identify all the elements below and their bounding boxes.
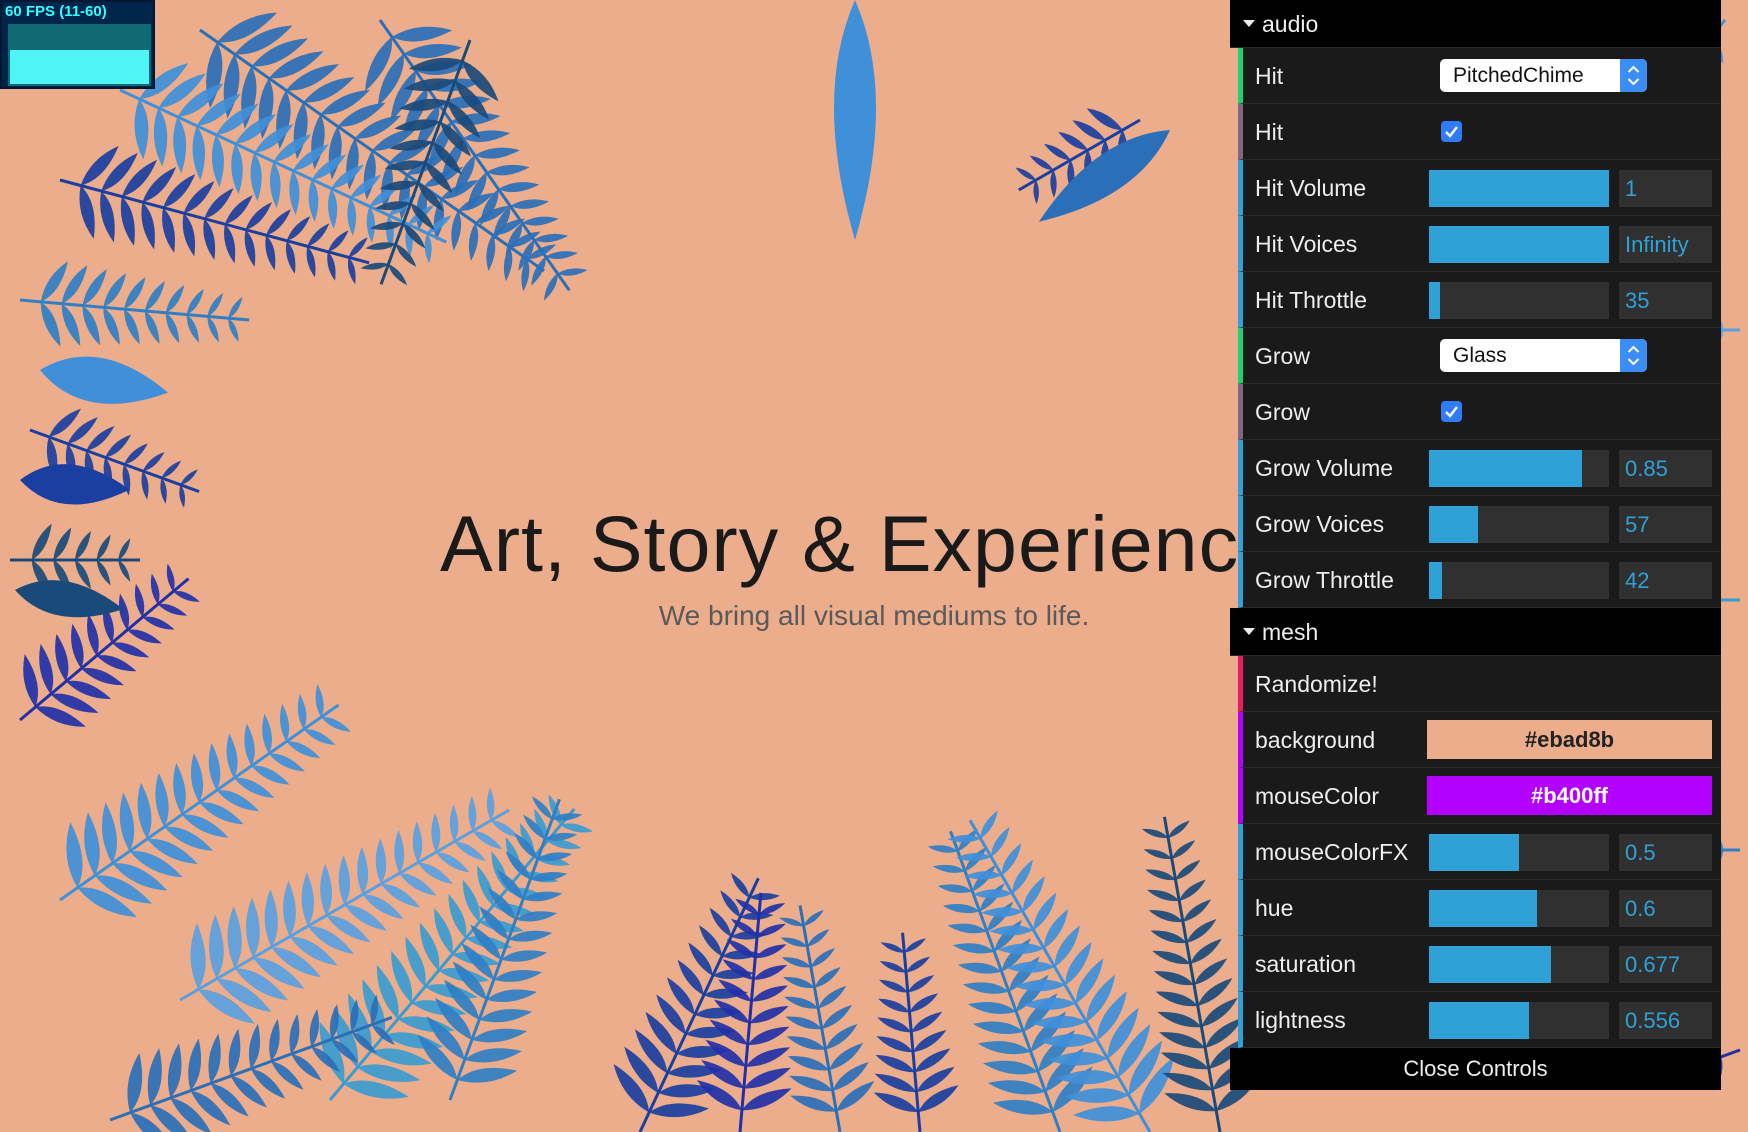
checkbox-hit[interactable] (1441, 121, 1462, 142)
number-input-grow-voices[interactable]: 57 (1619, 506, 1712, 543)
leaf-frond (19, 563, 200, 727)
slider-grow-volume[interactable] (1429, 450, 1609, 487)
slider-mousecolorfx[interactable] (1429, 834, 1609, 871)
slider-fill (1429, 834, 1519, 871)
control-label: lightness (1255, 1007, 1346, 1033)
control-label: Grow Throttle (1255, 567, 1394, 593)
slider-grow-throttle[interactable] (1429, 562, 1609, 599)
select-value: Glass (1453, 344, 1507, 367)
slider-grow-voices[interactable] (1429, 506, 1609, 543)
control-row-grow-throttle: Grow Throttle 42 (1238, 552, 1721, 608)
slider-saturation[interactable] (1429, 946, 1609, 983)
slider-fill (1429, 282, 1440, 319)
leaf-frond (19, 261, 250, 347)
slider-lightness[interactable] (1429, 1002, 1609, 1039)
number-input-mousecolorfx[interactable]: 0.5 (1619, 834, 1712, 871)
checkmark-icon (1441, 126, 1462, 146)
color-input-background[interactable]: #ebad8b (1427, 720, 1712, 759)
slider-fill (1429, 450, 1582, 487)
control-row-grow: Grow Glass (1238, 328, 1721, 384)
control-label: mouseColor (1255, 783, 1379, 809)
folder-label: audio (1262, 11, 1319, 37)
control-label: Grow Volume (1255, 455, 1394, 481)
slider-fill (1429, 1002, 1530, 1039)
slider-fill (1429, 890, 1537, 927)
leaf-frond (873, 932, 959, 1132)
leaf-frond (29, 408, 200, 508)
slider-hue[interactable] (1429, 890, 1609, 927)
leaf-frond (365, 19, 588, 301)
control-row-hit: Hit PitchedChime (1238, 48, 1721, 104)
control-row-hit: Hit (1238, 104, 1721, 160)
control-label: Hit (1255, 63, 1284, 89)
control-label: mouseColorFX (1255, 839, 1409, 865)
slider-hit-volume[interactable] (1429, 170, 1609, 207)
leaf-frond (199, 12, 557, 292)
folder-mesh[interactable]: mesh (1230, 608, 1721, 656)
control-label: Randomize! (1255, 671, 1378, 697)
control-label: Grow (1255, 343, 1310, 369)
chevron-down-icon (1243, 20, 1255, 27)
fps-monitor: 60 FPS (11-60) (0, 0, 155, 89)
control-label: Hit Volume (1255, 175, 1367, 201)
leaf (40, 356, 169, 404)
control-row-lightness: lightness 0.556 (1238, 992, 1721, 1048)
select-value: PitchedChime (1453, 64, 1584, 87)
control-row-hit-volume: Hit Volume 1 (1238, 160, 1721, 216)
checkmark-icon (1441, 406, 1462, 426)
control-row-hit-voices: Hit Voices Infinity (1238, 216, 1721, 272)
control-label: Hit Throttle (1255, 287, 1368, 313)
close-controls-button[interactable]: Close Controls (1230, 1048, 1721, 1090)
control-label: Hit (1255, 119, 1284, 145)
control-row-grow: Grow (1238, 384, 1721, 440)
leaf (20, 464, 130, 505)
slider-fill (1429, 946, 1551, 983)
number-input-saturation[interactable]: 0.677 (1619, 946, 1712, 983)
control-row-mousecolor: mouseColor #b400ff (1238, 768, 1721, 824)
slider-fill (1429, 506, 1478, 543)
chevron-down-icon (1243, 628, 1255, 635)
select-grow[interactable]: Glass (1440, 339, 1647, 372)
control-label: Grow Voices (1255, 511, 1385, 537)
number-input-hue[interactable]: 0.6 (1619, 890, 1712, 927)
select-hit[interactable]: PitchedChime (1440, 59, 1647, 92)
select-arrows-icon (1620, 339, 1647, 372)
number-input-lightness[interactable]: 0.556 (1619, 1002, 1712, 1039)
folder-label: mesh (1262, 619, 1319, 645)
hero-title: Art, Story & Experienc (440, 499, 1240, 588)
fps-graph (8, 24, 151, 86)
control-label: hue (1255, 895, 1294, 921)
control-label: Hit Voices (1255, 231, 1358, 257)
control-row-randomize[interactable]: Randomize! (1238, 656, 1721, 712)
control-row-grow-volume: Grow Volume 0.85 (1238, 440, 1721, 496)
fps-text: 60 FPS (11-60) (5, 3, 107, 20)
controls-panel: audio Hit PitchedChime Hit Hit Volume 1 Hit Vo… (1230, 0, 1721, 1090)
control-row-mousecolorfx: mouseColorFX 0.5 (1238, 824, 1721, 880)
slider-fill (1429, 226, 1609, 263)
control-label: background (1255, 727, 1376, 753)
control-row-background: background #ebad8b (1238, 712, 1721, 768)
color-input-mousecolor[interactable]: #b400ff (1427, 776, 1712, 815)
number-input-hit-volume[interactable]: 1 (1619, 170, 1712, 207)
number-input-grow-throttle[interactable]: 42 (1619, 562, 1712, 599)
control-label: saturation (1255, 951, 1357, 977)
number-input-hit-voices[interactable]: Infinity (1619, 226, 1712, 263)
number-input-grow-volume[interactable]: 0.85 (1619, 450, 1712, 487)
control-row-hit-throttle: Hit Throttle 35 (1238, 272, 1721, 328)
slider-hit-voices[interactable] (1429, 226, 1609, 263)
leaf (1038, 130, 1170, 222)
control-row-saturation: saturation 0.677 (1238, 936, 1721, 992)
leaf (834, 0, 876, 240)
slider-hit-throttle[interactable] (1429, 282, 1609, 319)
select-arrows-icon (1620, 59, 1647, 92)
control-row-hue: hue 0.6 (1238, 880, 1721, 936)
control-label: Grow (1255, 399, 1310, 425)
checkbox-grow[interactable] (1441, 401, 1462, 422)
slider-fill (1429, 562, 1442, 599)
folder-audio[interactable]: audio (1230, 0, 1721, 48)
number-input-hit-throttle[interactable]: 35 (1619, 282, 1712, 319)
control-row-grow-voices: Grow Voices 57 (1238, 496, 1721, 552)
slider-fill (1429, 170, 1609, 207)
